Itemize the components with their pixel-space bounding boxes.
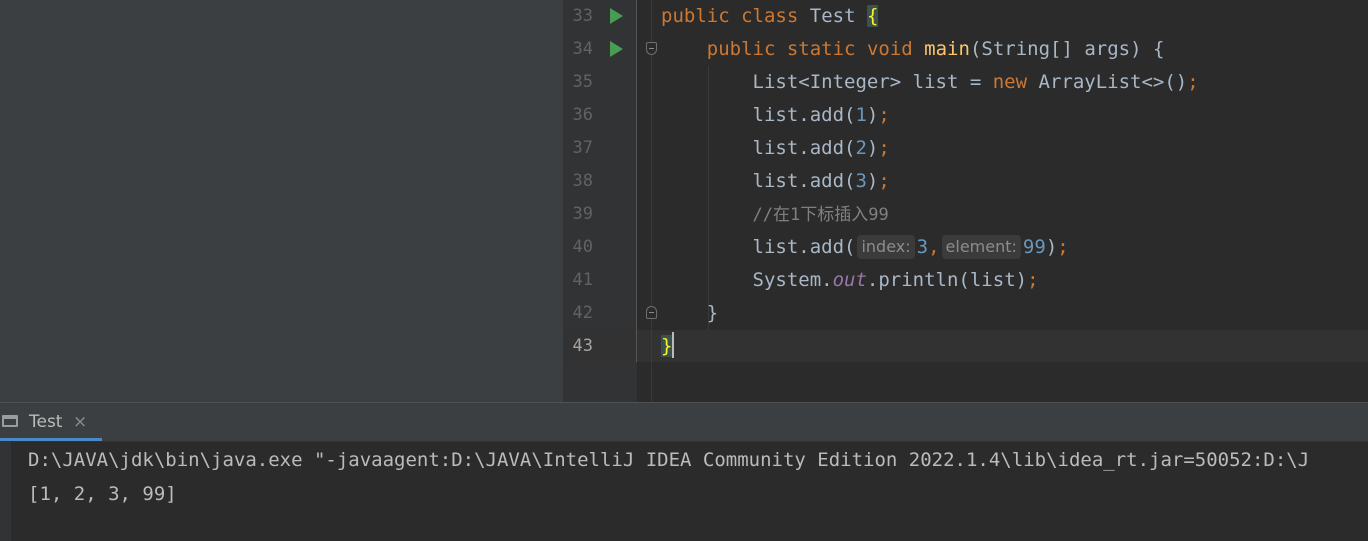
code-line-41: 41 System.out.println(list); (563, 264, 1368, 297)
run-tool-window-header: Test × (0, 403, 1368, 442)
code-line-40: 40 list.add(index: 3, element: 99); (563, 231, 1368, 264)
text-caret (672, 332, 675, 358)
tab-run-test[interactable]: Test × (0, 403, 102, 441)
ide-window: 33 public class Test { 34 public static … (0, 0, 1368, 541)
project-panel[interactable] (0, 0, 563, 402)
code-text[interactable]: List<Integer> list = new ArrayList<>(); (661, 66, 1199, 99)
parameter-hint-index: index: (857, 235, 915, 259)
code-line-35: 35 List<Integer> list = new ArrayList<>(… (563, 66, 1368, 99)
tab-label: Test (29, 412, 63, 432)
line-number: 42 (572, 303, 593, 323)
code-text[interactable]: list.add(2); (661, 132, 890, 165)
code-comment: //在1下标插入99 (752, 205, 889, 225)
code-text[interactable]: public class Test { (661, 0, 879, 33)
matched-brace: { (866, 5, 879, 27)
code-text[interactable]: list.add(1); (661, 99, 890, 132)
line-number: 34 (572, 39, 593, 59)
line-number: 43 (572, 336, 593, 356)
line-number: 35 (572, 72, 593, 92)
code-line-42: 42 } (563, 297, 1368, 330)
line-number: 37 (572, 138, 593, 158)
code-text[interactable]: public static void main(String[] args) { (661, 33, 1165, 66)
console-toolbar-strip (0, 442, 11, 541)
code-text[interactable]: } (661, 330, 675, 363)
code-text[interactable]: System.out.println(list); (661, 264, 1039, 297)
active-tab-indicator (0, 438, 102, 441)
line-number: 33 (572, 6, 593, 26)
console-command-line: D:\JAVA\jdk\bin\java.exe "-javaagent:D:\… (28, 449, 1310, 471)
code-line-33: 33 public class Test { (563, 0, 1368, 33)
console-output-line: [1, 2, 3, 99] (28, 483, 177, 505)
line-number: 38 (572, 171, 593, 191)
parameter-hint-element: element: (941, 235, 1021, 259)
code-line-38: 38 list.add(3); (563, 165, 1368, 198)
fold-collapse-icon[interactable] (646, 42, 657, 55)
close-icon[interactable]: × (73, 403, 87, 441)
code-text[interactable]: list.add(index: 3, element: 99); (661, 231, 1069, 264)
matched-brace: } (661, 335, 673, 357)
line-number: 39 (572, 204, 593, 224)
code-line-34: 34 public static void main(String[] args… (563, 33, 1368, 66)
run-class-icon[interactable] (610, 8, 623, 24)
line-number: 36 (572, 105, 593, 125)
code-line-37: 37 list.add(2); (563, 132, 1368, 165)
code-line-39: 39 //在1下标插入99 (563, 198, 1368, 231)
code-line-43: 43 } (563, 330, 1368, 363)
run-console[interactable]: D:\JAVA\jdk\bin\java.exe "-javaagent:D:\… (0, 442, 1368, 541)
code-text[interactable]: } (661, 297, 718, 330)
console-icon (2, 415, 18, 427)
run-method-icon[interactable] (610, 41, 623, 57)
code-editor[interactable]: 33 public class Test { 34 public static … (563, 0, 1368, 402)
code-text[interactable]: list.add(3); (661, 165, 890, 198)
line-number: 40 (572, 237, 593, 257)
line-number: 41 (572, 270, 593, 290)
code-text[interactable]: //在1下标插入99 (661, 198, 889, 232)
fold-end-icon[interactable] (646, 306, 657, 319)
code-line-36: 36 list.add(1); (563, 99, 1368, 132)
